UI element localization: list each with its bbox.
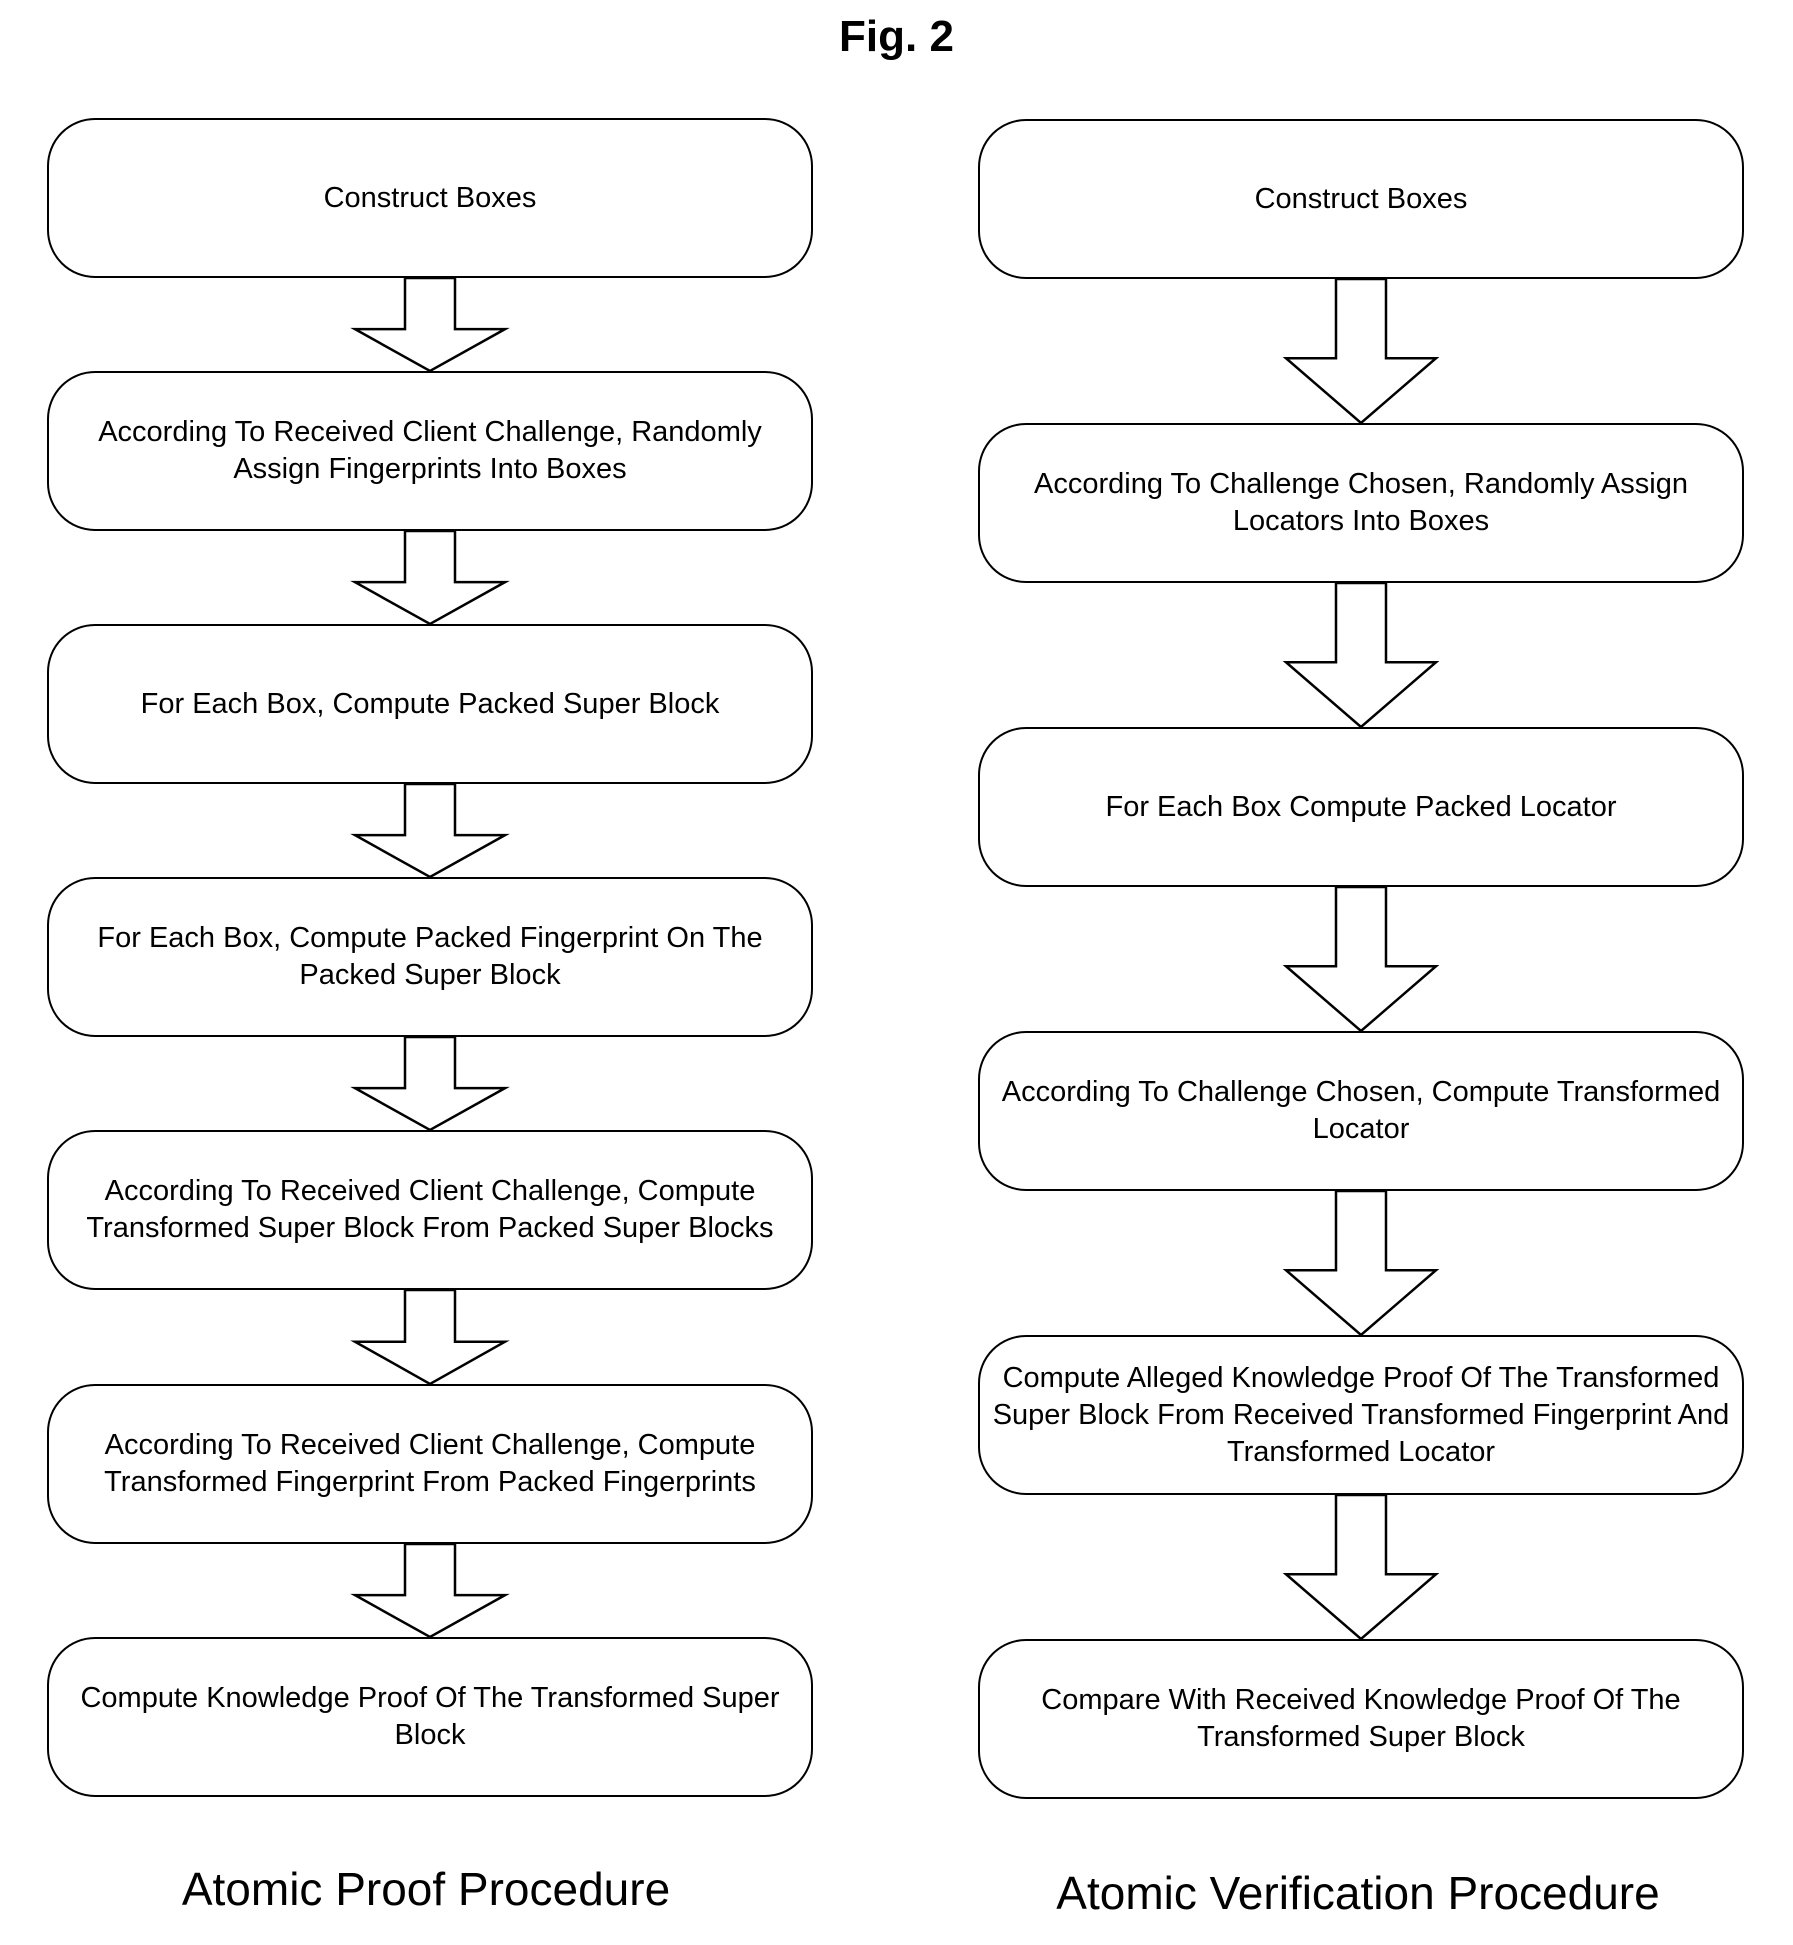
verification-step-text: For Each Box Compute Packed Locator bbox=[1105, 790, 1617, 823]
proof-step-text: According To Received Client Challenge, … bbox=[104, 1429, 756, 1498]
verification-step-box: Construct Boxes bbox=[978, 119, 1744, 279]
verification-step-text: According To Challenge Chosen, Compute T… bbox=[1001, 1076, 1721, 1145]
proof-step-box: According To Received Client Challenge, … bbox=[47, 1384, 813, 1544]
proof-step-text: According To Received Client Challenge, … bbox=[98, 416, 762, 485]
verification-step-box: According To Challenge Chosen, Compute T… bbox=[978, 1031, 1744, 1191]
down-arrow-icon bbox=[350, 1542, 510, 1639]
verification-step-text: According To Challenge Chosen, Randomly … bbox=[1034, 468, 1688, 537]
proof-step-text: For Each Box, Compute Packed Super Block bbox=[140, 687, 720, 720]
proof-step-box: Construct Boxes bbox=[47, 118, 813, 278]
verification-step-text: Compare With Received Knowledge Proof Of… bbox=[1041, 1684, 1681, 1753]
proof-step-text: For Each Box, Compute Packed Fingerprint… bbox=[97, 922, 763, 991]
proof-procedure-label: Atomic Proof Procedure bbox=[181, 1863, 671, 1915]
down-arrow-icon bbox=[350, 782, 510, 879]
verification-step-box: Compare With Received Knowledge Proof Of… bbox=[978, 1639, 1744, 1799]
proof-step-box: According To Received Client Challenge, … bbox=[47, 1130, 813, 1290]
verification-step-text: Construct Boxes bbox=[1254, 182, 1468, 215]
verification-step-box: According To Challenge Chosen, Randomly … bbox=[978, 423, 1744, 583]
proof-step-text: Compute Knowledge Proof Of The Transform… bbox=[80, 1682, 780, 1751]
verification-step-box: Compute Alleged Knowledge Proof Of The T… bbox=[978, 1335, 1744, 1495]
proof-step-box: For Each Box, Compute Packed Fingerprint… bbox=[47, 877, 813, 1037]
verification-procedure-label: Atomic Verification Procedure bbox=[1056, 1867, 1660, 1919]
verification-step-box: For Each Box Compute Packed Locator bbox=[978, 727, 1744, 887]
down-arrow-icon bbox=[350, 529, 510, 626]
proof-step-text: Construct Boxes bbox=[323, 181, 537, 214]
down-arrow-icon bbox=[1282, 1189, 1440, 1337]
proof-step-box: According To Received Client Challenge, … bbox=[47, 371, 813, 531]
proof-step-text: According To Received Client Challenge, … bbox=[86, 1175, 774, 1244]
down-arrow-icon bbox=[350, 1288, 510, 1386]
proof-step-box: For Each Box, Compute Packed Super Block bbox=[47, 624, 813, 784]
down-arrow-icon bbox=[1282, 581, 1440, 729]
down-arrow-icon bbox=[1282, 1493, 1440, 1641]
verification-step-text: Compute Alleged Knowledge Proof Of The T… bbox=[992, 1361, 1730, 1468]
down-arrow-icon bbox=[1282, 885, 1440, 1033]
proof-step-box: Compute Knowledge Proof Of The Transform… bbox=[47, 1637, 813, 1797]
down-arrow-icon bbox=[350, 276, 510, 373]
down-arrow-icon bbox=[1282, 277, 1440, 425]
down-arrow-icon bbox=[350, 1035, 510, 1132]
